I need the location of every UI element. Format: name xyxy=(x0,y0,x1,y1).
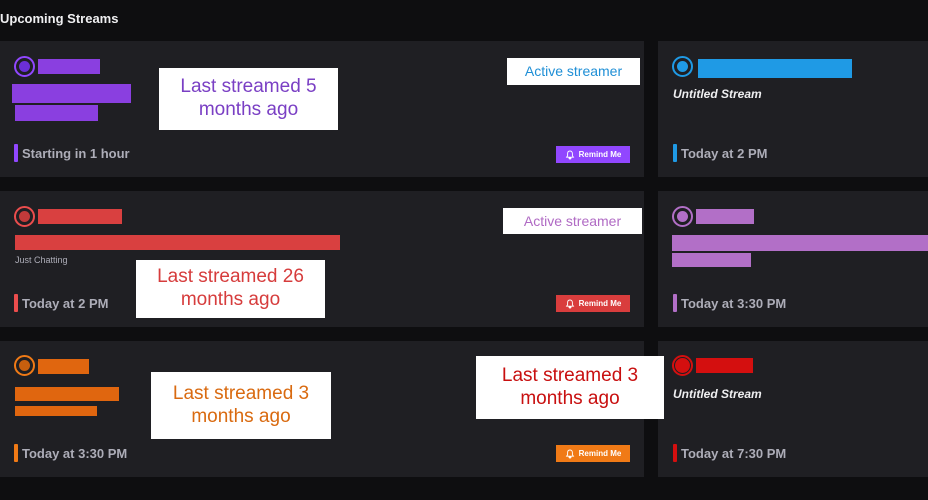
status-accent xyxy=(14,444,18,462)
streamer-avatar[interactable] xyxy=(14,206,35,227)
stream-title: Untitled Stream xyxy=(673,87,762,101)
schedule-text: Today at 2 PM xyxy=(681,145,768,161)
redacted-stream-title-line-2 xyxy=(15,105,98,121)
streamer-avatar[interactable] xyxy=(672,206,693,227)
redacted-stream-title xyxy=(15,235,340,250)
redacted-stream-title-line-1 xyxy=(672,235,928,251)
streamer-avatar[interactable] xyxy=(14,355,35,376)
stream-schedule: Today at 2 PM xyxy=(673,144,767,162)
redacted-stream-title-line-1 xyxy=(12,84,131,103)
redacted-streamer-name xyxy=(696,358,753,373)
schedule-text: Today at 2 PM xyxy=(22,295,109,311)
note-last-streamed-orange: Last streamed 3 months ago xyxy=(151,372,331,439)
status-accent xyxy=(14,294,18,312)
redacted-streamer-name xyxy=(38,59,100,74)
stream-schedule: Starting in 1 hour xyxy=(14,144,130,162)
remind-me-button[interactable]: Remind Me xyxy=(556,146,630,163)
stream-card-2[interactable]: Untitled Stream Today at 2 PM xyxy=(658,41,928,177)
stream-schedule: Today at 3:30 PM xyxy=(14,444,127,462)
status-accent xyxy=(673,444,677,462)
remind-label: Remind Me xyxy=(578,299,622,308)
status-accent xyxy=(673,294,677,312)
note-active-streamer-blue: Active streamer xyxy=(507,58,640,85)
redacted-stream-title-line-2 xyxy=(15,406,97,416)
remind-me-button[interactable]: Remind Me xyxy=(556,445,630,462)
bell-icon xyxy=(565,449,574,458)
upcoming-streams-page: Upcoming Streams Starting in 1 hour Remi… xyxy=(0,0,928,500)
stream-schedule: Today at 2 PM xyxy=(14,294,108,312)
stream-title: Untitled Stream xyxy=(673,387,762,401)
note-last-streamed-darkred: Last streamed 3 months ago xyxy=(476,356,664,419)
stream-card-6[interactable]: Untitled Stream Today at 7:30 PM xyxy=(658,341,928,477)
remind-me-button[interactable]: Remind Me xyxy=(556,295,630,312)
redacted-stream-title-line-1 xyxy=(15,387,119,401)
bell-icon xyxy=(565,150,574,159)
stream-schedule: Today at 7:30 PM xyxy=(673,444,786,462)
note-active-streamer-lavender: Active streamer xyxy=(503,208,642,234)
remind-label: Remind Me xyxy=(578,150,622,159)
redacted-streamer-name xyxy=(38,209,122,224)
status-accent xyxy=(673,144,677,162)
redacted-streamer-name xyxy=(698,59,852,78)
bell-icon xyxy=(565,299,574,308)
note-last-streamed-red: Last streamed 26 months ago xyxy=(136,260,325,318)
redacted-streamer-name xyxy=(696,209,754,224)
note-last-streamed-purple: Last streamed 5 months ago xyxy=(159,68,338,130)
redacted-streamer-name xyxy=(38,359,89,374)
schedule-text: Starting in 1 hour xyxy=(22,145,130,161)
stream-category[interactable]: Just Chatting xyxy=(15,255,68,265)
schedule-text: Today at 3:30 PM xyxy=(22,445,128,461)
status-accent xyxy=(14,144,18,162)
streamer-avatar[interactable] xyxy=(14,56,35,77)
streamer-avatar[interactable] xyxy=(672,56,693,77)
schedule-text: Today at 3:30 PM xyxy=(681,295,787,311)
stream-card-4[interactable]: Today at 3:30 PM xyxy=(658,191,928,327)
stream-schedule: Today at 3:30 PM xyxy=(673,294,786,312)
redacted-stream-title-line-2 xyxy=(672,253,751,267)
section-title: Upcoming Streams xyxy=(0,11,119,26)
streamer-avatar[interactable] xyxy=(672,355,693,376)
remind-label: Remind Me xyxy=(578,449,622,458)
schedule-text: Today at 7:30 PM xyxy=(681,445,787,461)
